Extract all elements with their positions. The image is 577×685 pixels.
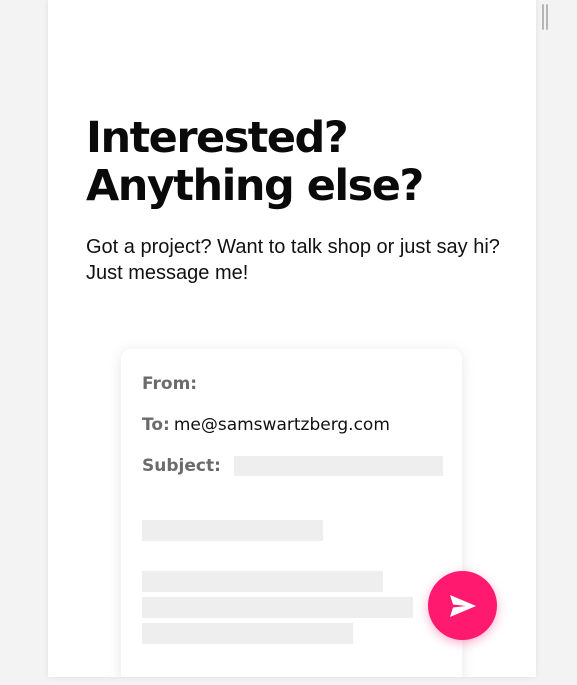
to-label: To: <box>142 415 170 435</box>
body-placeholder-line <box>142 597 413 618</box>
intro-text: Got a project? Want to talk shop or just… <box>86 236 500 284</box>
headline-line-2: Anything else? <box>86 161 424 211</box>
from-row: From: <box>142 373 197 395</box>
to-row: To: me@samswartzberg.com <box>142 414 390 436</box>
from-label: From: <box>142 374 198 394</box>
browser-viewport: Interested? Anything else? Got a project… <box>0 0 577 685</box>
email-compose-card: From: To: me@samswartzberg.com Subject: <box>121 349 462 677</box>
send-button[interactable] <box>428 571 497 640</box>
body-placeholder-line <box>142 571 383 592</box>
body-placeholder-line <box>142 623 353 644</box>
subject-row: Subject: <box>142 455 221 477</box>
headline-line-1: Interested? <box>86 113 349 163</box>
to-address[interactable]: me@samswartzberg.com <box>174 415 390 435</box>
send-icon <box>449 594 476 617</box>
page-title: Interested? Anything else? <box>86 114 526 210</box>
subject-label: Subject: <box>142 456 221 476</box>
scrollbar-handle[interactable] <box>540 4 550 30</box>
subject-placeholder-bar <box>234 456 443 476</box>
body-placeholder-line <box>142 520 323 541</box>
